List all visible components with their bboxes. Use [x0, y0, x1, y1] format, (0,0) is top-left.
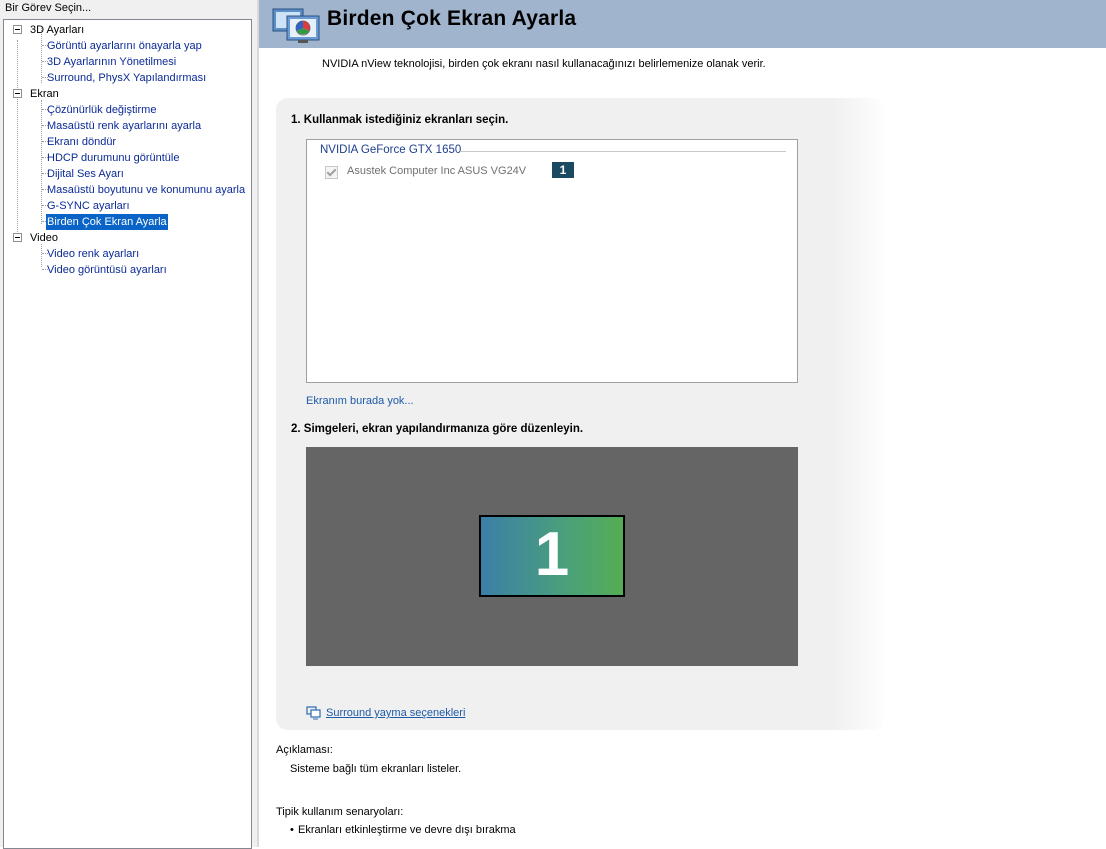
tree-item-label: Görüntü ayarlarını önayarla yap — [47, 40, 202, 52]
tree-item-label-selected: Birden Çok Ekran Ayarla — [46, 214, 168, 230]
tree-category-label: 3D Ayarları — [30, 24, 85, 36]
tree-item-change-resolution[interactable]: Çözünürlük değiştirme — [4, 102, 249, 118]
tree-item-label: Video görüntüsü ayarları — [47, 264, 167, 276]
tree-item-label: Video renk ayarları — [47, 248, 140, 260]
tree-item-label: Ekranı döndür — [47, 136, 117, 148]
tree-item-digital-audio[interactable]: Dijital Ses Ayarı — [4, 166, 249, 182]
display-checkbox[interactable] — [325, 166, 338, 179]
tree-item-label: Masaüstü renk ayarlarını ayarla — [47, 120, 202, 132]
tree-item-label: Surround, PhysX Yapılandırması — [47, 72, 207, 84]
display-list[interactable]: NVIDIA GeForce GTX 1650 Asustek Computer… — [306, 139, 798, 383]
usage-heading: Tipik kullanım senaryoları: — [276, 806, 404, 818]
tree-item-surround-physx[interactable]: Surround, PhysX Yapılandırması — [4, 70, 249, 86]
usage-item: • Ekranları etkinleştirme ve devre dışı b… — [290, 824, 516, 836]
tree-item-video-image[interactable]: Video görüntüsü ayarları — [4, 262, 249, 278]
panel-fade — [830, 98, 890, 730]
tree-item-desktop-color[interactable]: Masaüstü renk ayarlarını ayarla — [4, 118, 249, 134]
tree-item-rotate-display[interactable]: Ekranı döndür — [4, 134, 249, 150]
tree-item-label: HDCP durumunu görüntüle — [47, 152, 180, 164]
description-heading: Açıklaması: — [276, 744, 333, 756]
tree-item-label: Çözünürlük değiştirme — [47, 104, 157, 116]
tree-item-video-color[interactable]: Video renk ayarları — [4, 246, 249, 262]
surround-icon — [306, 706, 321, 720]
tree-category-3d-settings[interactable]: 3D Ayarları — [4, 22, 249, 38]
tree-item-gsync[interactable]: G-SYNC ayarları — [4, 198, 249, 214]
display-name: Asustek Computer Inc ASUS VG24V — [347, 165, 527, 177]
display-missing-link[interactable]: Ekranım burada yok... — [306, 395, 414, 407]
pane-splitter[interactable] — [257, 0, 259, 847]
tree-item-desktop-size-position[interactable]: Masaüstü boyutunu ve konumunu ayarla — [4, 182, 249, 198]
gpu-group-label: NVIDIA GeForce GTX 1650 — [320, 144, 462, 156]
collapse-icon[interactable] — [13, 25, 22, 34]
display-number-badge: 1 — [552, 162, 574, 178]
tree-category-label: Ekran — [30, 88, 59, 100]
tree-item-hdcp-status[interactable]: HDCP durumunu görüntüle — [4, 150, 249, 166]
monitor-tile[interactable]: 1 — [479, 515, 625, 597]
page-title: Birden Çok Ekran Ayarla — [327, 7, 577, 30]
tree-category-display[interactable]: Ekran — [4, 86, 249, 102]
tree-item-label: Masaüstü boyutunu ve konumunu ayarla — [47, 184, 246, 196]
page-header: Birden Çok Ekran Ayarla — [259, 0, 1106, 48]
tree-item-label: 3D Ayarlarının Yönetilmesi — [47, 56, 177, 68]
tree-item-multiple-displays[interactable]: Birden Çok Ekran Ayarla — [4, 214, 249, 230]
tree-item-label: Dijital Ses Ayarı — [47, 168, 124, 180]
step2-heading: 2. Simgeleri, ekran yapılandırmanıza gör… — [291, 423, 584, 435]
gpu-group-divider — [460, 151, 786, 152]
task-pane: Bir Görev Seçin... 3D Ayarları Görüntü a… — [0, 0, 257, 849]
usage-item-text: Ekranları etkinleştirme ve devre dışı bı… — [298, 824, 516, 836]
display-arrangement-area[interactable]: 1 — [306, 447, 798, 666]
tree-item-manage-3d[interactable]: 3D Ayarlarının Yönetilmesi — [4, 54, 249, 70]
step1-heading: 1. Kullanmak istediğiniz ekranları seçin… — [291, 114, 509, 126]
task-tree[interactable]: 3D Ayarları Görüntü ayarlarını önayarla … — [3, 19, 252, 849]
description-body: Sisteme bağlı tüm ekranları listeler. — [290, 763, 462, 775]
collapse-icon[interactable] — [13, 233, 22, 242]
tree-item-label: G-SYNC ayarları — [47, 200, 130, 212]
tree-category-label: Video — [30, 232, 58, 244]
collapse-icon[interactable] — [13, 89, 22, 98]
tree-item-image-presets[interactable]: Görüntü ayarlarını önayarla yap — [4, 38, 249, 54]
bullet: • — [290, 824, 294, 836]
task-pane-title: Bir Görev Seçin... — [5, 2, 92, 14]
surround-link-label: Surround yayma seçenekleri — [326, 707, 466, 719]
page-subtitle: NVIDIA nView teknolojisi, birden çok ekr… — [322, 58, 766, 70]
tree-category-video[interactable]: Video — [4, 230, 249, 246]
multi-display-icon — [272, 8, 320, 43]
